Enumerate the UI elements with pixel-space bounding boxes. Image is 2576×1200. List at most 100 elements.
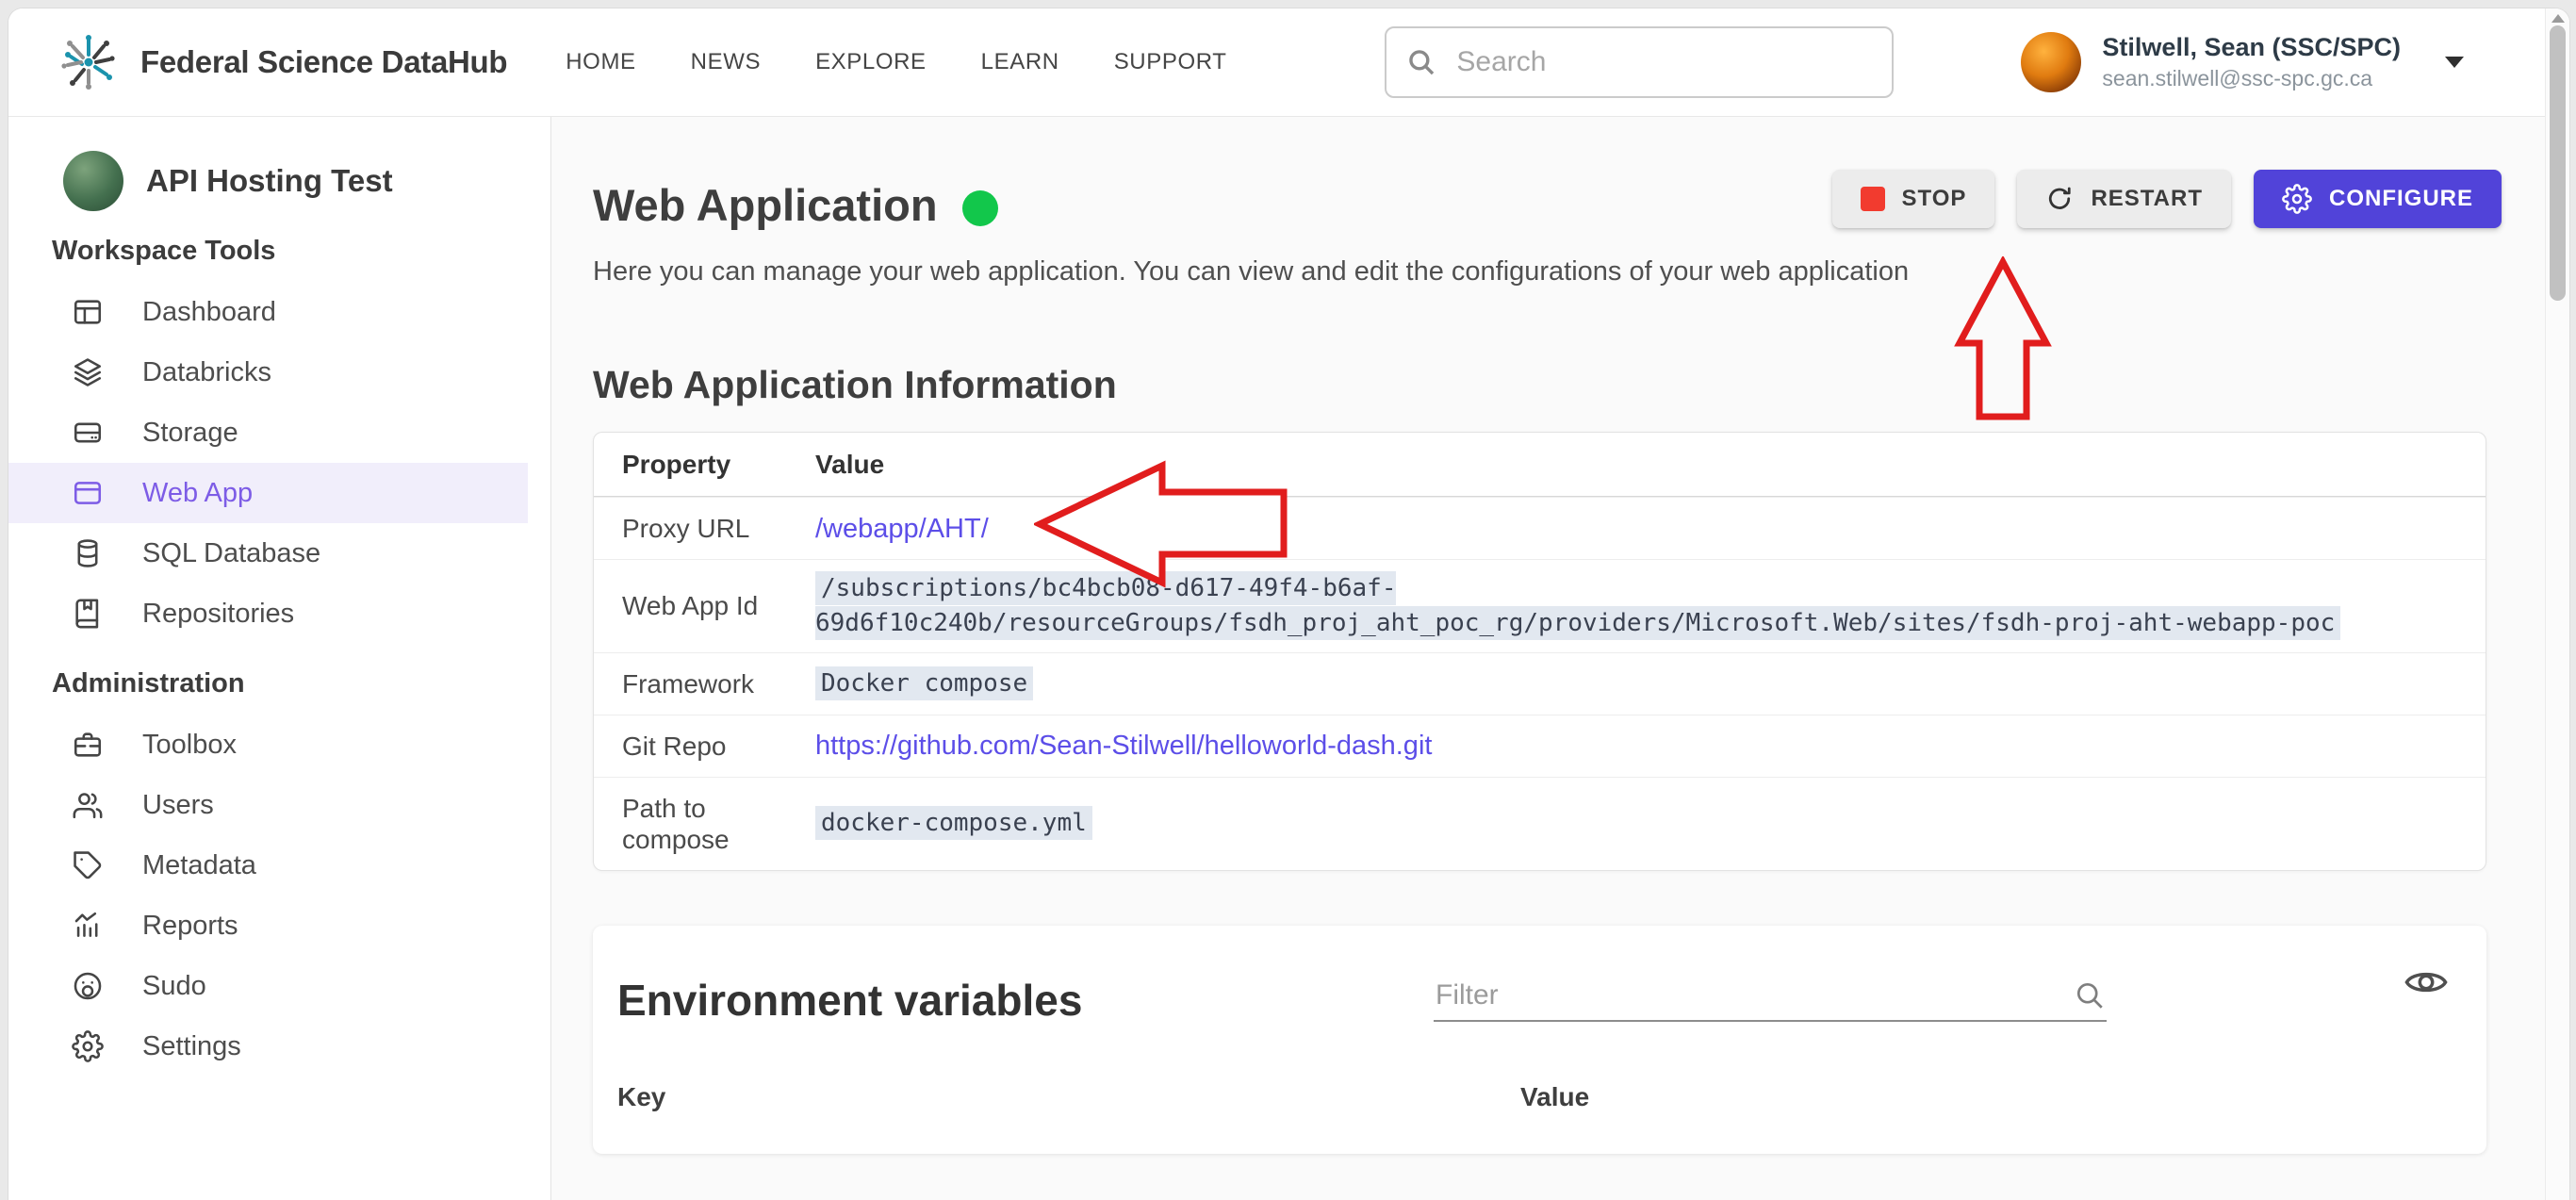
env-section-title: Environment variables: [617, 975, 1434, 1026]
restart-icon: [2045, 185, 2074, 213]
workspace-avatar: [63, 151, 123, 211]
nav-home[interactable]: HOME: [566, 49, 635, 75]
dashboard-icon: [71, 295, 105, 329]
sidebar-item-label: Reports: [142, 911, 238, 942]
table-row: Git Repohttps://github.com/Sean-Stilwell…: [594, 715, 2486, 777]
action-buttons: STOP RESTART CONFIGURE: [1832, 170, 2502, 228]
table-row: Path to composedocker-compose.yml: [594, 777, 2486, 870]
eye-icon: [2402, 958, 2451, 1007]
web-app-info-table: Property Value Proxy URL/webapp/AHT/Web …: [593, 432, 2486, 871]
configure-gear-icon: [2282, 184, 2312, 214]
nav-support[interactable]: SUPPORT: [1114, 49, 1227, 75]
env-value-header: Value: [1520, 1082, 1589, 1112]
repositories-icon: [71, 597, 105, 631]
sidebar-item-repositories[interactable]: Repositories: [8, 584, 550, 644]
sidebar-item-label: Users: [142, 790, 214, 821]
info-section-title: Web Application Information: [593, 362, 2486, 407]
metadata-icon: [71, 848, 105, 882]
page-title: Web Application: [593, 179, 938, 232]
sidebar-item-dashboard[interactable]: Dashboard: [8, 282, 550, 342]
sidebar-item-label: Repositories: [142, 599, 294, 630]
table-row: Proxy URL/webapp/AHT/: [594, 497, 2486, 559]
env-key-header: Key: [617, 1082, 1520, 1112]
configure-label: CONFIGURE: [2329, 186, 2473, 212]
search-input[interactable]: [1454, 45, 1873, 79]
environment-variables-card: Environment variables: [593, 926, 2486, 1154]
app-title: Federal Science DataHub: [140, 44, 507, 80]
table-row: Web App Id/subscriptions/bc4bcb08-d617-4…: [594, 559, 2486, 652]
restart-label: RESTART: [2091, 186, 2203, 212]
sidebar-item-label: Dashboard: [142, 297, 276, 328]
value-cell: docker-compose.yml: [815, 795, 2486, 852]
property-cell: Git Repo: [594, 715, 815, 777]
scroll-up-arrow-icon[interactable]: [2551, 14, 2565, 23]
sidebar-item-label: Metadata: [142, 850, 256, 881]
value-link[interactable]: https://github.com/Sean-Stilwell/hellowo…: [815, 731, 1432, 761]
annotation-arrow-left: [1034, 460, 1289, 592]
value-cell: Docker compose: [815, 655, 2486, 713]
workspace-header[interactable]: API Hosting Test: [8, 151, 550, 211]
sidebar-item-label: Toolbox: [142, 730, 237, 761]
search-box[interactable]: [1385, 26, 1894, 98]
sidebar: API Hosting Test Workspace Tools Dashboar…: [8, 117, 551, 1200]
settings-icon: [71, 1029, 105, 1063]
storage-icon: [71, 416, 105, 450]
main-nav: HOME NEWS EXPLORE LEARN SUPPORT: [566, 49, 1226, 75]
property-cell: Proxy URL: [594, 498, 815, 559]
sidebar-item-label: Web App: [142, 478, 253, 509]
user-avatar: [2021, 32, 2081, 92]
nav-learn[interactable]: LEARN: [981, 49, 1059, 75]
sidebar-item-toolbox[interactable]: Toolbox: [8, 715, 550, 775]
webapp-icon: [71, 476, 105, 510]
table-row: FrameworkDocker compose: [594, 652, 2486, 715]
sidebar-section-administration: Administration: [8, 668, 550, 699]
user-email: sean.stilwell@ssc-spc.gc.ca: [2102, 66, 2401, 91]
table-header-row: Property Value: [594, 433, 2486, 497]
filter-input[interactable]: [1434, 978, 2063, 1012]
property-cell: Framework: [594, 653, 815, 715]
sidebar-item-sudo[interactable]: Sudo: [8, 956, 550, 1016]
filter-field[interactable]: [1434, 978, 2107, 1022]
workspace-title: API Hosting Test: [146, 163, 393, 199]
property-column-header: Property: [594, 433, 815, 496]
value-cell: https://github.com/Sean-Stilwell/hellowo…: [815, 716, 2486, 775]
sidebar-item-databricks[interactable]: Databricks: [8, 342, 550, 403]
databricks-icon: [71, 355, 105, 389]
scrollbar-thumb[interactable]: [2550, 25, 2566, 301]
brand[interactable]: Federal Science DataHub: [59, 33, 507, 91]
sidebar-item-storage[interactable]: Storage: [8, 403, 550, 463]
property-cell: Web App Id: [594, 575, 815, 636]
top-bar: Federal Science DataHub HOME NEWS EXPLORE L…: [8, 8, 2569, 117]
user-menu[interactable]: Stilwell, Sean (SSC/SPC) sean.stilwell@s…: [2021, 32, 2401, 92]
sidebar-item-web-app[interactable]: Web App: [8, 463, 528, 523]
stop-label: STOP: [1902, 186, 1967, 212]
filter-search-icon: [2073, 978, 2107, 1012]
value-code: docker-compose.yml: [815, 806, 1092, 840]
toolbox-icon: [71, 728, 105, 762]
nav-explore[interactable]: EXPLORE: [815, 49, 927, 75]
sidebar-item-metadata[interactable]: Metadata: [8, 835, 550, 896]
stop-icon: [1861, 187, 1885, 211]
sidebar-section-workspace-tools: Workspace Tools: [8, 236, 550, 267]
restart-button[interactable]: RESTART: [2017, 170, 2231, 228]
users-icon: [71, 788, 105, 822]
sidebar-item-label: Settings: [142, 1031, 241, 1062]
page-description: Here you can manage your web application…: [593, 256, 2486, 287]
browser-window: Federal Science DataHub HOME NEWS EXPLORE L…: [8, 8, 2570, 1200]
nav-news[interactable]: NEWS: [691, 49, 761, 75]
sidebar-item-settings[interactable]: Settings: [8, 1016, 550, 1077]
stop-button[interactable]: STOP: [1832, 170, 1995, 228]
datahub-logo-icon: [59, 33, 118, 91]
annotation-arrow-up: [1954, 256, 2052, 422]
main-content: Web Application Here you can manage your…: [551, 117, 2569, 1200]
sidebar-item-users[interactable]: Users: [8, 775, 550, 835]
visibility-toggle-button[interactable]: [2402, 958, 2451, 1010]
sidebar-item-sql-database[interactable]: SQL Database: [8, 523, 550, 584]
chevron-down-icon[interactable]: [2443, 56, 2466, 69]
value-link[interactable]: /webapp/AHT/: [815, 514, 989, 544]
scrollbar[interactable]: [2545, 8, 2569, 1200]
sidebar-item-reports[interactable]: Reports: [8, 896, 550, 956]
configure-button[interactable]: CONFIGURE: [2254, 170, 2502, 228]
reports-icon: [71, 909, 105, 943]
status-running-dot: [962, 190, 998, 226]
